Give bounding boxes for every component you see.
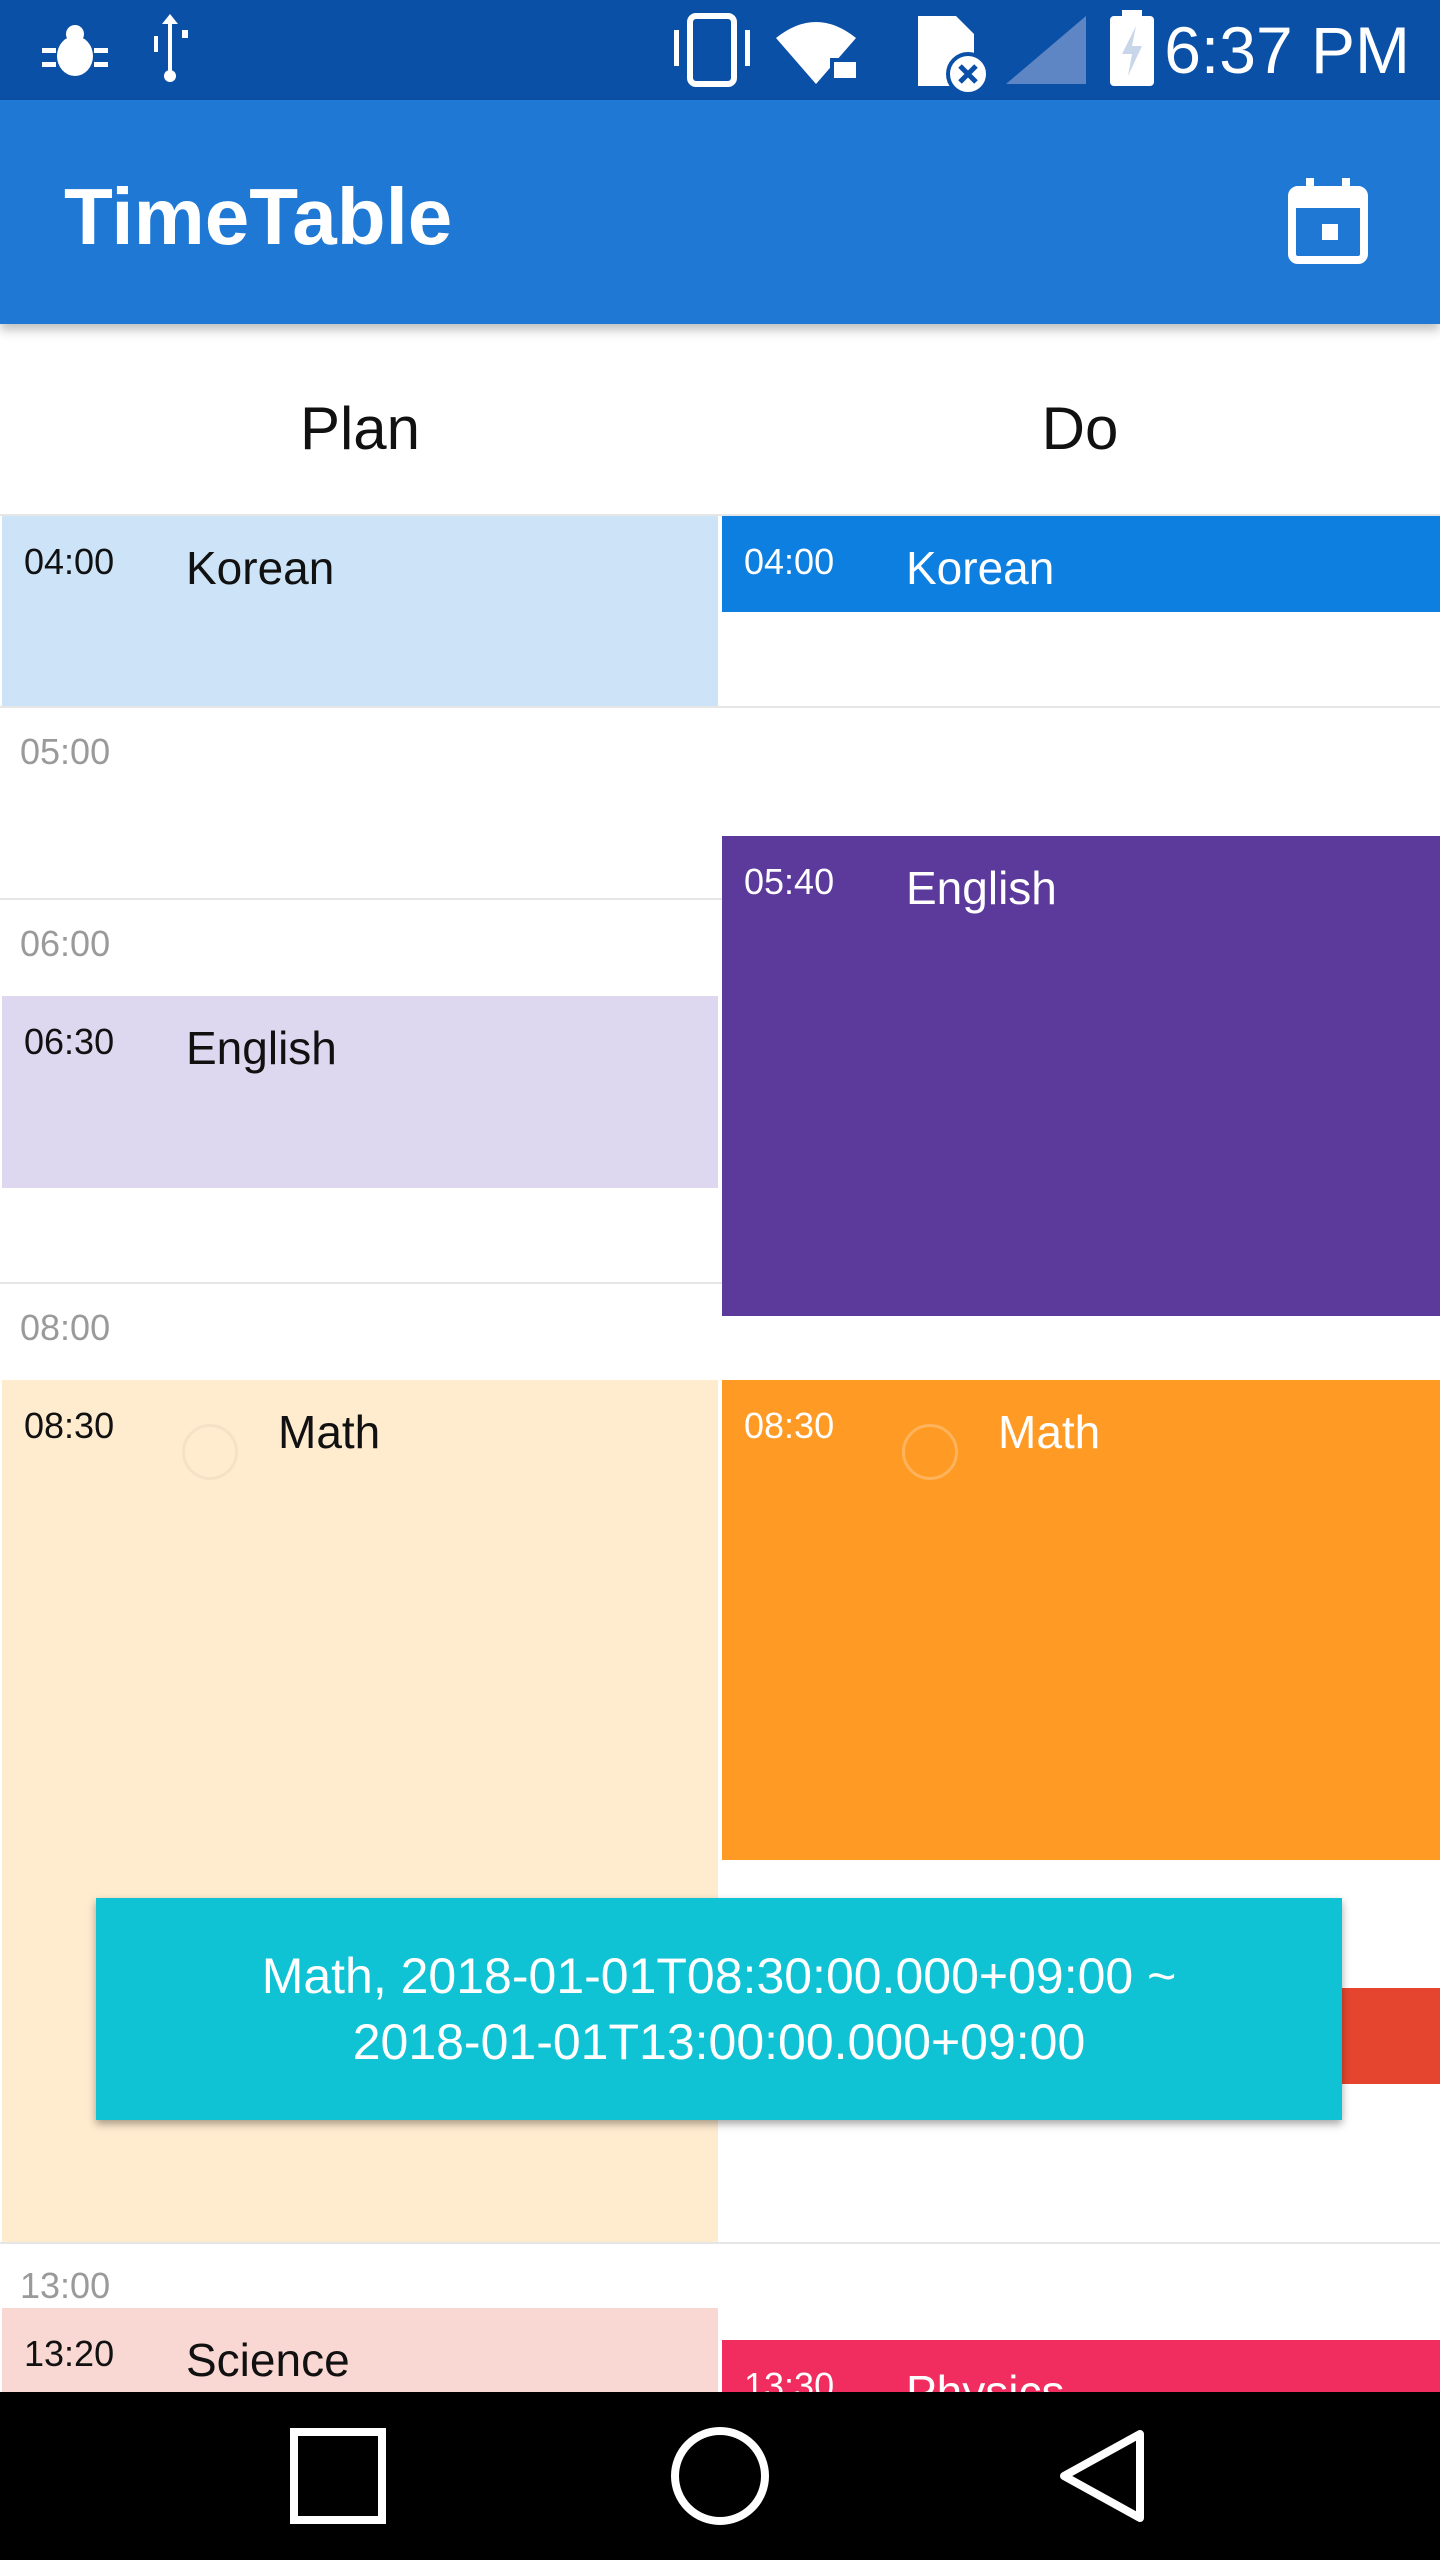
back-icon[interactable]	[1052, 2426, 1152, 2526]
block-subject: English	[186, 1022, 337, 1074]
calendar-icon	[1288, 178, 1368, 264]
signal-icon	[1006, 16, 1086, 84]
block-time: 04:00	[24, 541, 115, 582]
sim-error-icon	[918, 16, 990, 96]
calendar-button[interactable]	[1268, 160, 1388, 280]
hour-label: 08:00	[20, 1307, 111, 1348]
hour-line	[0, 706, 1440, 708]
status-bar: 6:37 PM	[0, 0, 1440, 100]
toast-message: Math, 2018-01-01T08:30:00.000+09:00 ~ 20…	[261, 1948, 1177, 2070]
clock-icon	[902, 1424, 958, 1480]
tab-do[interactable]: Do	[720, 394, 1440, 464]
app-title: TimeTable	[64, 172, 453, 261]
bug-icon	[42, 25, 108, 76]
do-block-physics[interactable]: 13:30 Physics	[722, 2340, 1440, 2392]
plan-block-science[interactable]: 13:20 Science	[2, 2308, 718, 2392]
block-subject: English	[906, 862, 1057, 914]
toast: Math, 2018-01-01T08:30:00.000+09:00 ~ 20…	[96, 1898, 1342, 2120]
hour-label: 13:00	[20, 2265, 111, 2306]
hour-label: 06:00	[20, 923, 111, 964]
tab-plan[interactable]: Plan	[0, 394, 720, 464]
plan-block-english[interactable]: 06:30 English	[2, 996, 718, 1188]
block-time: 13:30	[744, 2365, 835, 2393]
status-time: 6:37 PM	[1164, 13, 1410, 87]
hour-line	[0, 2242, 1440, 2244]
app-bar: TimeTable	[0, 100, 1440, 324]
column-headers: Plan Do	[0, 324, 1440, 514]
wifi-lock-icon	[776, 22, 858, 84]
recents-icon[interactable]	[288, 2426, 388, 2526]
clock-icon	[182, 1424, 238, 1480]
battery-charging-icon	[1110, 10, 1154, 86]
plan-block-korean[interactable]: 04:00 Korean	[2, 516, 718, 706]
vibrate-icon	[674, 13, 750, 87]
block-subject: Math	[278, 1406, 381, 1458]
block-time: 08:30	[744, 1405, 835, 1446]
usb-icon	[154, 14, 188, 82]
hour-label: 05:00	[20, 731, 111, 772]
block-subject: Korean	[906, 542, 1055, 594]
block-time: 06:30	[24, 1021, 115, 1062]
do-block-english[interactable]: 05:40 English	[722, 836, 1440, 1316]
block-subject: Physics	[906, 2366, 1065, 2392]
block-subject: Math	[998, 1406, 1101, 1458]
block-subject: Science	[186, 2334, 350, 2386]
home-icon[interactable]	[670, 2426, 770, 2526]
block-time: 13:20	[24, 2333, 115, 2374]
block-subject: Korean	[186, 542, 335, 594]
do-block-math[interactable]: 08:30 Math	[722, 1380, 1440, 1860]
block-time: 04:00	[744, 541, 835, 582]
navigation-bar	[0, 2392, 1440, 2560]
do-block-korean[interactable]: 04:00 Korean	[722, 516, 1440, 612]
block-time: 05:40	[744, 861, 835, 902]
block-time: 08:30	[24, 1405, 115, 1446]
